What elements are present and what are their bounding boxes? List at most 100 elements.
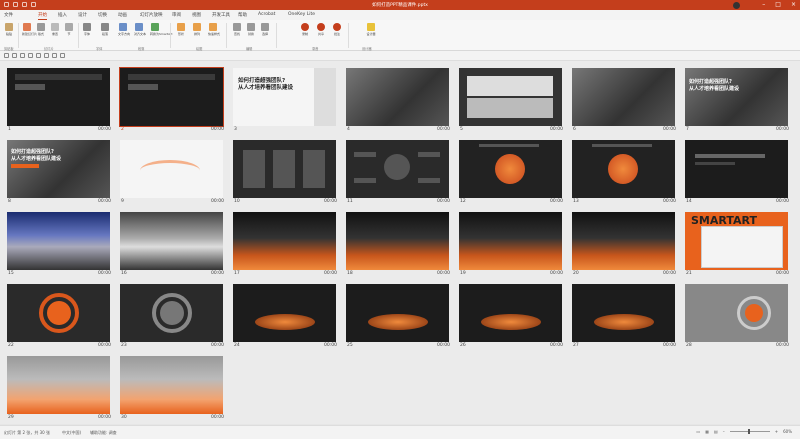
tab-developer[interactable]: 开发工具 — [212, 12, 230, 18]
slide-thumbnail-22[interactable] — [7, 284, 110, 342]
layout-icon — [37, 23, 45, 31]
paste-button[interactable]: 粘贴 — [4, 23, 14, 36]
normal-view-icon[interactable]: ▭ — [696, 429, 700, 434]
slide-thumbnail-1[interactable] — [7, 68, 110, 126]
slide-thumbnail-17[interactable] — [233, 212, 336, 270]
slide-thumbnail-20[interactable] — [572, 212, 675, 270]
slide-thumbnail-4[interactable] — [346, 68, 449, 126]
slide-thumbnail-9[interactable] — [120, 140, 223, 198]
slide-thumbnail-29[interactable] — [7, 356, 110, 414]
slideshow-icon[interactable] — [36, 53, 41, 58]
slide-thumbnail-8[interactable]: 如何打造超强团队? 从人才培养看团队建设 — [7, 140, 110, 198]
shapes-button[interactable]: 形状 — [176, 23, 186, 36]
picture-icon[interactable] — [60, 53, 65, 58]
minimize-icon[interactable]: – — [762, 1, 765, 8]
zoom-in-icon[interactable]: + — [775, 429, 778, 434]
tab-file[interactable]: 文件 — [4, 12, 13, 18]
tab-insert[interactable]: 插入 — [58, 12, 67, 18]
slide-thumbnail-18[interactable] — [346, 212, 449, 270]
maximize-icon[interactable]: □ — [775, 1, 781, 8]
slide-block — [418, 178, 440, 183]
accessibility-status[interactable]: 辅助功能: 调查 — [90, 430, 117, 436]
slide-block — [592, 144, 652, 147]
slide-orange-ellipse — [594, 314, 654, 330]
arrange-button[interactable]: 排列 — [192, 23, 202, 36]
designer-icon — [367, 23, 375, 31]
slide-thumbnail-3[interactable]: 如何打造超强团队? 从人才培养看团队建设 — [233, 68, 336, 126]
slide-thumbnail-23[interactable] — [120, 284, 223, 342]
sorter-view-icon[interactable]: ▦ — [705, 429, 709, 434]
smartart-button[interactable]: 转换为SmartArt — [150, 23, 173, 36]
slide-thumbnail-5[interactable] — [459, 68, 562, 126]
title-bar: 如何打造PPT精品课件.pptx – □ × — [0, 0, 800, 10]
slide-number: 3 — [234, 127, 237, 132]
slide-timing: 00:00 — [98, 199, 111, 204]
new-slide-button[interactable]: 新建幻灯片 — [22, 23, 37, 36]
slide-thumbnail-12[interactable] — [459, 140, 562, 198]
shapes-icon[interactable] — [44, 53, 49, 58]
align-text-button[interactable]: 对齐文本 — [134, 23, 146, 36]
slide-thumbnail-14[interactable] — [685, 140, 788, 198]
undo-icon[interactable] — [20, 53, 25, 58]
quick-styles-button[interactable]: 快速样式 — [208, 23, 220, 36]
slide-thumbnail-27[interactable] — [572, 284, 675, 342]
select-icon — [261, 23, 269, 31]
avatar[interactable] — [733, 1, 740, 9]
tab-view[interactable]: 视图 — [192, 12, 201, 18]
tab-help[interactable]: 帮助 — [238, 12, 247, 18]
slide-thumbnail-19[interactable] — [459, 212, 562, 270]
grid-view-icon[interactable] — [4, 53, 9, 58]
font-button[interactable]: 字体 — [82, 23, 92, 36]
slide-thumbnail-6[interactable] — [572, 68, 675, 126]
tab-animations[interactable]: 动画 — [118, 12, 127, 18]
tab-acrobat[interactable]: Acrobat — [258, 12, 275, 17]
select-button[interactable]: 选择 — [260, 23, 270, 36]
redo-icon[interactable] — [28, 53, 33, 58]
slide-thumbnail-28[interactable] — [685, 284, 788, 342]
tab-home[interactable]: 开始 — [38, 12, 47, 20]
record-button[interactable]: 录制 — [300, 23, 310, 36]
text-box-icon[interactable] — [52, 53, 57, 58]
slide-thumbnail-11[interactable] — [346, 140, 449, 198]
slide-thumbnail-16[interactable] — [120, 212, 223, 270]
zoom-out-icon[interactable]: – — [723, 429, 725, 434]
slide-thumbnail-10[interactable] — [233, 140, 336, 198]
slide-thumbnail-30[interactable] — [120, 356, 223, 414]
save-icon[interactable] — [12, 53, 17, 58]
paragraph-button[interactable]: 段落 — [100, 23, 110, 36]
slide-timing: 00:00 — [98, 343, 111, 348]
slide-timing: 00:00 — [98, 127, 111, 132]
slide-thumbnail-13[interactable] — [572, 140, 675, 198]
slide-timing: 00:00 — [98, 415, 111, 420]
tab-design[interactable]: 设计 — [78, 12, 87, 18]
find-button[interactable]: 查找 — [232, 23, 242, 36]
reset-button[interactable]: 重置 — [50, 23, 60, 36]
layout-button[interactable]: 版式 — [36, 23, 46, 36]
slide-thumbnail-24[interactable] — [233, 284, 336, 342]
slide-thumbnail-26[interactable] — [459, 284, 562, 342]
zoom-level[interactable]: 60% — [783, 429, 792, 434]
slide-thumbnail-2[interactable] — [119, 67, 224, 127]
text-direction-button[interactable]: 文字方向 — [118, 23, 130, 36]
tab-slideshow[interactable]: 幻灯片放映 — [140, 12, 163, 18]
slide-thumbnail-21[interactable]: SMARTART — [685, 212, 788, 270]
replace-button[interactable]: 替换 — [246, 23, 256, 36]
share-button[interactable]: 共享 — [316, 23, 326, 36]
slide-orange-ellipse — [368, 314, 428, 330]
slide-timing: 00:00 — [211, 127, 224, 132]
slide-thumbnail-7[interactable]: 如何打造超强团队? 从人才培养看团队建设 — [685, 68, 788, 126]
slide-thumbnail-25[interactable] — [346, 284, 449, 342]
slide-thumbnail-15[interactable] — [7, 212, 110, 270]
language-status[interactable]: 中文(中国) — [62, 430, 81, 436]
tab-review[interactable]: 审阅 — [172, 12, 181, 18]
section-button[interactable]: 节 — [64, 23, 74, 36]
close-icon[interactable]: × — [791, 1, 796, 8]
align-text-icon — [135, 23, 143, 31]
slide-number: 29 — [8, 415, 14, 420]
zoom-slider[interactable] — [729, 429, 770, 434]
tab-transitions[interactable]: 切换 — [98, 12, 107, 18]
comment-button[interactable]: 批注 — [332, 23, 342, 36]
reading-view-icon[interactable]: ▤ — [714, 429, 718, 434]
designer-button[interactable]: 设计器 — [366, 23, 376, 36]
tab-onekey[interactable]: OneKey Lite — [288, 12, 315, 17]
